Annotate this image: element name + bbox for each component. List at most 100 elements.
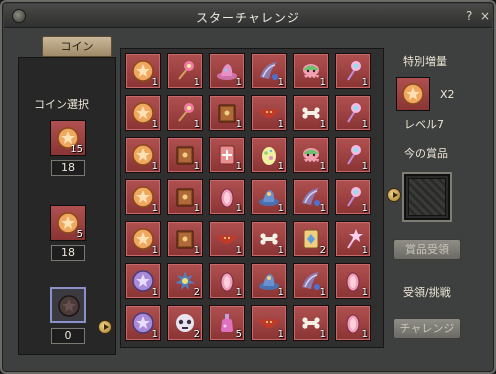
grid-cell[interactable]: 1: [251, 95, 287, 131]
item-quantity: 1: [151, 203, 158, 214]
grid-cell[interactable]: 1: [125, 95, 161, 131]
right-arrow-button[interactable]: [387, 188, 401, 202]
item-quantity: 1: [193, 77, 200, 88]
orange-star-coin-icon: [402, 83, 424, 105]
grid-cell[interactable]: 1: [167, 221, 203, 257]
grid-cell[interactable]: 1: [251, 221, 287, 257]
coin-count-2: 18: [51, 245, 85, 261]
grid-cell[interactable]: 2: [167, 305, 203, 341]
grid-cell[interactable]: 1: [125, 179, 161, 215]
empty-prize-icon: [408, 178, 446, 216]
grid-cell[interactable]: 2: [293, 221, 329, 257]
item-quantity: 1: [319, 329, 326, 340]
grid-cell[interactable]: 1: [125, 137, 161, 173]
receive-challenge-label: 受領/挑戦: [403, 286, 451, 299]
item-quantity: 1: [193, 203, 200, 214]
coin-slot-2[interactable]: 5: [50, 205, 86, 241]
grid-cell[interactable]: 1: [335, 137, 371, 173]
grid-cell[interactable]: 1: [251, 263, 287, 299]
grid-cell[interactable]: 1: [125, 305, 161, 341]
item-quantity: 1: [193, 245, 200, 256]
grid-cell[interactable]: 1: [209, 263, 245, 299]
grid-cell[interactable]: 1: [335, 263, 371, 299]
grid-cell[interactable]: 1: [209, 179, 245, 215]
item-quantity: 1: [319, 287, 326, 298]
item-quantity: 1: [151, 245, 158, 256]
bonus-slot: [396, 77, 430, 111]
grid-cell[interactable]: 1: [293, 53, 329, 89]
coin-slot-3[interactable]: [50, 287, 86, 323]
grid-cell[interactable]: 1: [251, 305, 287, 341]
grid-cell[interactable]: 1: [251, 53, 287, 89]
coin-stack-count: 5: [76, 229, 83, 240]
grid-cell[interactable]: 1: [125, 263, 161, 299]
grid-cell[interactable]: 1: [293, 305, 329, 341]
item-quantity: 1: [319, 161, 326, 172]
item-quantity: 1: [235, 161, 242, 172]
grid-cell[interactable]: 1: [209, 137, 245, 173]
grid-cell[interactable]: 1: [335, 221, 371, 257]
item-quantity: 1: [361, 329, 368, 340]
bonus-label: 特別増量: [403, 55, 447, 68]
item-quantity: 5: [235, 329, 242, 340]
grid-cell[interactable]: 1: [167, 95, 203, 131]
item-quantity: 1: [361, 119, 368, 130]
grid-cell[interactable]: 1: [209, 95, 245, 131]
help-button[interactable]: ?: [466, 9, 478, 23]
item-quantity: 1: [361, 245, 368, 256]
grid-cell[interactable]: 1: [167, 179, 203, 215]
item-quantity: 1: [235, 203, 242, 214]
bonus-multiplier: X2: [440, 88, 455, 101]
item-quantity: 1: [193, 161, 200, 172]
item-quantity: 1: [151, 161, 158, 172]
dark-coin-icon: [58, 295, 80, 317]
tab-coin[interactable]: コイン: [42, 36, 112, 57]
grid-cell[interactable]: 1: [335, 95, 371, 131]
grid-cell[interactable]: 2: [167, 263, 203, 299]
grid-cell[interactable]: 1: [293, 137, 329, 173]
item-quantity: 1: [235, 77, 242, 88]
item-quantity: 1: [361, 161, 368, 172]
current-prize-slot: [402, 172, 452, 222]
item-grid: 1 1 1 1 1 1 1 1 1 1 1 1 1 1 1 1 1 1 1 1 1 1 1 1 1 1 1 1 2 1 1 2 1 1 1 1 1 2 5 1…: [125, 53, 371, 341]
coin-slot-1[interactable]: 15: [50, 120, 86, 156]
item-quantity: 1: [151, 119, 158, 130]
grid-cell[interactable]: 1: [293, 263, 329, 299]
left-arrow-button[interactable]: [98, 320, 112, 334]
item-quantity: 2: [319, 245, 326, 256]
grid-cell[interactable]: 1: [335, 53, 371, 89]
grid-cell[interactable]: 1: [125, 53, 161, 89]
receive-prize-button[interactable]: 賞品受領: [393, 239, 461, 260]
item-quantity: 1: [277, 329, 284, 340]
grid-cell[interactable]: 1: [335, 305, 371, 341]
item-quantity: 1: [235, 287, 242, 298]
grid-cell[interactable]: 1: [293, 95, 329, 131]
challenge-button[interactable]: チャレンジ: [393, 318, 461, 339]
item-quantity: 2: [193, 329, 200, 340]
grid-cell[interactable]: 1: [293, 179, 329, 215]
item-quantity: 1: [361, 203, 368, 214]
grid-cell[interactable]: 1: [251, 179, 287, 215]
grid-cell[interactable]: 1: [335, 179, 371, 215]
grid-cell[interactable]: 1: [209, 53, 245, 89]
item-quantity: 1: [277, 203, 284, 214]
grid-cell[interactable]: 1: [209, 221, 245, 257]
window-title: スターチャレンジ: [196, 11, 300, 25]
level-label: レベル7: [404, 118, 444, 131]
grid-cell[interactable]: 1: [125, 221, 161, 257]
item-quantity: 1: [151, 329, 158, 340]
item-quantity: 1: [319, 77, 326, 88]
item-quantity: 1: [277, 287, 284, 298]
item-quantity: 1: [151, 77, 158, 88]
close-button[interactable]: ×: [478, 9, 492, 23]
item-quantity: 1: [319, 119, 326, 130]
grid-cell[interactable]: 1: [251, 137, 287, 173]
current-prize-label: 今の賞品: [404, 147, 448, 160]
title-bar[interactable]: スターチャレンジ ? ×: [4, 4, 492, 28]
grid-cell[interactable]: 1: [167, 137, 203, 173]
grid-cell[interactable]: 1: [167, 53, 203, 89]
grid-cell[interactable]: 5: [209, 305, 245, 341]
item-quantity: 1: [193, 119, 200, 130]
item-quantity: 1: [277, 119, 284, 130]
item-quantity: 1: [319, 203, 326, 214]
